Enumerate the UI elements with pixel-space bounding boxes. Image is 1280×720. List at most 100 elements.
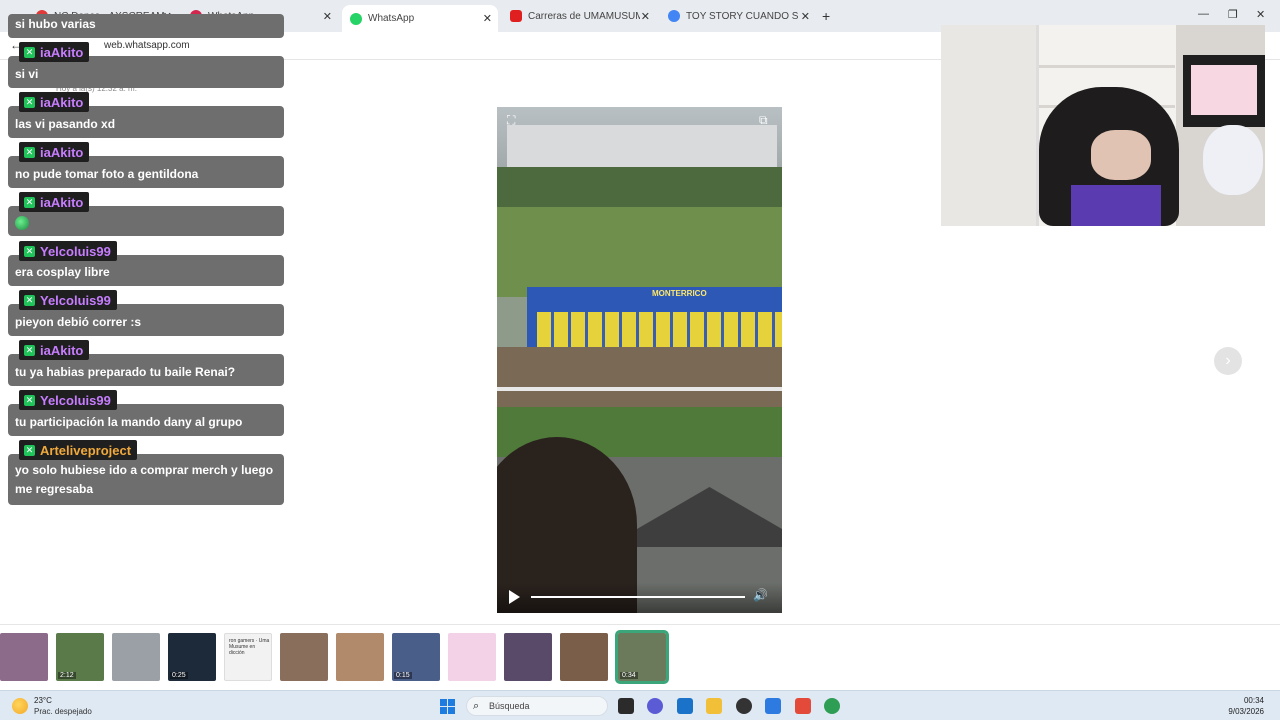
weather-sun-icon[interactable]	[12, 698, 28, 714]
new-tab-button[interactable]: +	[822, 8, 830, 24]
close-icon[interactable]: ✕	[323, 10, 332, 23]
gate-sign: MONTERRICO	[652, 289, 707, 298]
close-icon[interactable]: ✕	[641, 10, 650, 23]
chat-username: Arteliveproject	[40, 442, 132, 458]
video-controls-bar	[497, 583, 782, 613]
tab-toy-story[interactable]: TOY STORY CUANDO SE ESTRE ✕	[660, 5, 816, 27]
user-badge: ✕ iaAkito	[19, 340, 90, 360]
windows-start-icon[interactable]	[440, 699, 455, 714]
chat-username: Yelcoluis99	[40, 243, 111, 259]
moderator-icon: ✕	[24, 444, 35, 456]
url-field[interactable]: web.whatsapp.com	[104, 40, 190, 51]
user-badge: ✕ iaAkito	[19, 42, 90, 62]
moderator-icon: ✕	[24, 394, 35, 406]
video-infield	[497, 207, 782, 297]
webcam-plush	[1203, 125, 1263, 195]
webcam-face	[1091, 130, 1151, 180]
copilot-icon[interactable]	[647, 698, 663, 714]
window-close-button[interactable]: ✕	[1256, 8, 1265, 21]
tab-label: WhatsApp	[368, 13, 415, 24]
search-placeholder: Búsqueda	[489, 701, 530, 711]
seek-bar[interactable]	[531, 596, 745, 598]
chat-username: Yelcoluis99	[40, 292, 111, 308]
taskbar-clock[interactable]: 00:34	[1226, 696, 1264, 705]
video-rail	[497, 387, 782, 391]
user-badge: ✕ iaAkito	[19, 142, 90, 162]
chat-username: iaAkito	[40, 194, 84, 210]
webcam-shirt	[1071, 185, 1161, 226]
taskbar-search-box[interactable]: ⌕ Búsqueda	[466, 696, 608, 716]
store-icon[interactable]	[765, 698, 781, 714]
media-thumbnail[interactable]	[504, 633, 552, 681]
tab-carreras-umamusume[interactable]: Carreras de UMAMUSUME en P ✕	[502, 5, 656, 27]
user-badge: ✕ Yelcoluis99	[19, 390, 117, 410]
video-duration: 0:34	[620, 672, 638, 679]
search-icon: ⌕	[473, 700, 480, 712]
media-thumbnail-strip: 2:12 0:25 ron gamers · Uma Musume en dic…	[0, 624, 1280, 688]
tab-whatsapp-active[interactable]: WhatsApp ✕	[342, 5, 498, 32]
moderator-icon: ✕	[24, 196, 35, 208]
user-badge: ✕ Yelcoluis99	[19, 241, 117, 261]
media-thumbnail[interactable]	[560, 633, 608, 681]
media-thumbnail[interactable]: 2:12	[56, 633, 104, 681]
volume-icon[interactable]: 🔊	[753, 588, 768, 602]
youtube-icon	[510, 10, 522, 22]
chat-username: iaAkito	[40, 342, 84, 358]
app-red-dot-icon[interactable]	[736, 698, 752, 714]
chat-username: iaAkito	[40, 94, 84, 110]
moderator-icon: ✕	[24, 344, 35, 356]
folder-icon[interactable]	[706, 698, 722, 714]
video-duration: 0:15	[394, 672, 412, 679]
moderator-icon: ✕	[24, 245, 35, 257]
moderator-icon: ✕	[24, 46, 35, 58]
minimize-button[interactable]: —	[1198, 8, 1209, 20]
media-thumbnail[interactable]: ron gamers · Uma Musume en dicción	[224, 633, 272, 681]
user-badge: ✕ Yelcoluis99	[19, 290, 117, 310]
close-icon[interactable]: ✕	[483, 12, 492, 25]
moderator-icon: ✕	[24, 96, 35, 108]
media-thumbnail-selected[interactable]: 0:34	[615, 630, 669, 684]
user-badge: ✕ iaAkito	[19, 92, 90, 112]
google-icon	[668, 10, 680, 22]
chat-username: iaAkito	[40, 144, 84, 160]
chat-text: yo solo hubiese ido a comprar merch y lu…	[8, 454, 284, 505]
media-thumbnail[interactable]: 0:25	[168, 633, 216, 681]
chat-text: si hubo varias	[8, 14, 284, 38]
file-explorer-icon[interactable]	[618, 698, 634, 714]
next-media-button[interactable]: ›	[1214, 347, 1242, 375]
webcam-wall	[941, 25, 1051, 226]
media-thumbnail[interactable]	[448, 633, 496, 681]
media-thumbnail[interactable]: 0:15	[392, 633, 440, 681]
outlook-icon[interactable]	[677, 698, 693, 714]
chrome-icon[interactable]	[824, 698, 840, 714]
user-badge: ✕ Arteliveproject	[19, 440, 138, 460]
app-colorful-icon[interactable]	[795, 698, 811, 714]
video-player[interactable]: MONTERRICO ⛶ ⧉ 🔊	[497, 107, 782, 613]
weather-condition[interactable]: Prac. despejado	[34, 707, 92, 716]
moderator-icon: ✕	[24, 146, 35, 158]
maximize-button[interactable]: ❐	[1228, 8, 1238, 21]
taskbar-date[interactable]: 9/03/2026	[1216, 707, 1264, 716]
windows-taskbar: 23°C Prac. despejado ⌕ Búsqueda 00:34 9/…	[0, 690, 1280, 720]
gate-stalls	[537, 312, 782, 352]
weather-temperature[interactable]: 23°C	[34, 696, 52, 705]
picture-in-picture-icon[interactable]: ⧉	[759, 113, 768, 128]
globe-emote-icon	[15, 215, 29, 230]
whatsapp-icon	[350, 12, 362, 25]
video-duration: 0:25	[170, 672, 188, 679]
thumbnail-text: ron gamers · Uma Musume en dicción	[229, 638, 270, 656]
fullscreen-icon[interactable]: ⛶	[507, 113, 515, 128]
media-thumbnail[interactable]	[112, 633, 160, 681]
close-icon[interactable]: ✕	[801, 10, 810, 23]
shelf-row	[1039, 65, 1175, 68]
media-thumbnail[interactable]	[280, 633, 328, 681]
chat-username: Yelcoluis99	[40, 392, 111, 408]
video-track	[497, 347, 782, 407]
media-thumbnail[interactable]	[336, 633, 384, 681]
play-icon[interactable]	[509, 590, 520, 604]
webcam-monitor-screen	[1191, 65, 1257, 115]
tab-label: Carreras de UMAMUSUME en P	[528, 10, 640, 22]
media-thumbnail[interactable]	[0, 633, 48, 681]
chat-username: iaAkito	[40, 44, 84, 60]
video-duration: 2:12	[58, 672, 76, 679]
